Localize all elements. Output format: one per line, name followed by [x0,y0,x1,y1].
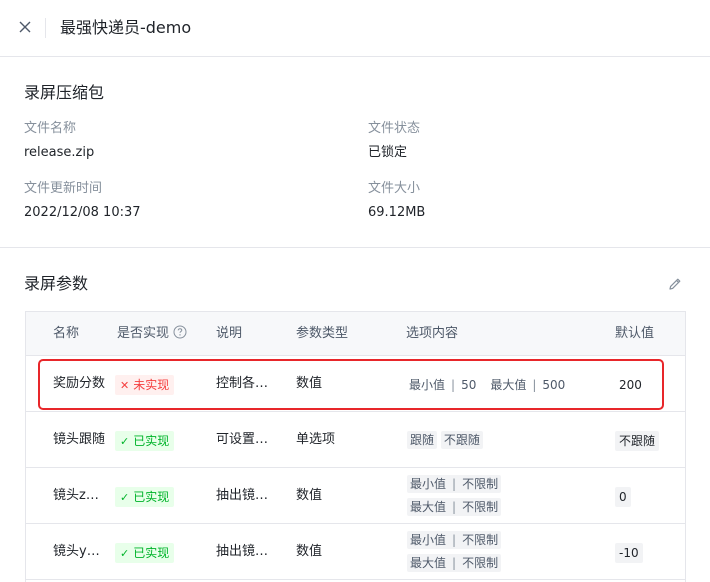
option-value: 50 [461,378,477,392]
option-chip: 跟随 [407,431,438,449]
file-name-value: release.zip [24,145,95,160]
param-default: -10 [615,543,643,563]
file-size-value: 69.12MB [368,205,426,220]
option-label: 最小值 [410,533,447,547]
drawer-title: 最强快递员-demo [60,18,192,37]
close-icon[interactable] [16,18,34,36]
option-label: 最大值 [410,500,447,514]
param-type: 数值 [296,488,323,503]
column-header-name: 名称 [53,326,80,341]
options-line: 跟随 不跟随 [407,431,483,449]
option-value: 不限制 [462,500,499,514]
params-table: 名称 是否实现 说明 参数类型 选项内容 默认值 奖励分数 ✕ 未实现 控制各… … [25,311,686,582]
option-label: 最小值 [409,378,446,392]
column-header-implemented-label: 是否实现 [117,326,170,341]
status-label: 已实现 [133,490,170,504]
column-header-desc: 说明 [216,326,243,341]
option-value: 不限制 [462,477,499,491]
param-desc: 抽出镜… [216,488,269,503]
question-circle-icon[interactable] [173,325,187,339]
option-separator: | [452,500,457,514]
option-separator: | [452,533,457,547]
option-separator: | [532,378,537,392]
option-separator: | [451,378,456,392]
option-chip: 最大值 | 不限制 [407,554,502,572]
table-row[interactable]: 奖励分数 ✕ 未实现 控制各… 数值 最小值 | 50 最大值 | 500 200 [26,356,685,412]
table-header: 名称 是否实现 说明 参数类型 选项内容 默认值 [26,312,685,356]
param-type: 数值 [296,544,323,559]
table-row[interactable]: 镜头跟随 ✓ 已实现 可设置… 单选项 跟随 不跟随 不跟随 [26,412,685,468]
param-type: 单选项 [296,432,336,447]
table-row[interactable]: 镜头z… ✓ 已实现 抽出镜… 数值 最小值 | 不限制 最大值 | 不限制 0 [26,468,685,524]
param-default: 不跟随 [615,431,660,451]
options-line: 最小值 | 不限制 [407,531,502,549]
option-chip: 不跟随 [440,431,483,449]
status-badge: ✕ 未实现 [115,375,175,395]
option-label: 最大值 [490,378,527,392]
status-label: 已实现 [133,546,170,560]
check-icon: ✓ [120,435,130,448]
param-desc: 可设置… [216,432,269,447]
pencil-icon[interactable] [667,276,683,292]
options-line: 最小值 | 50 最大值 | 500 [409,376,565,394]
option-chip: 最大值 | 不限制 [407,498,502,516]
column-header-default: 默认值 [615,326,655,341]
file-updated-value: 2022/12/08 10:37 [24,205,141,220]
check-icon: ✓ [120,491,130,504]
close-icon: ✕ [120,379,130,392]
param-name: 镜头跟随 [53,432,106,447]
file-name-label: 文件名称 [24,121,77,136]
status-badge: ✓ 已实现 [115,543,175,563]
params-section-title: 录屏参数 [24,274,89,293]
file-size-label: 文件大小 [368,181,421,196]
section-divider [0,247,710,248]
status-label: 未实现 [133,378,170,392]
param-name: 镜头y… [53,544,100,559]
column-header-type: 参数类型 [296,326,349,341]
status-badge: ✓ 已实现 [115,487,175,507]
option-value: 500 [542,378,566,392]
param-type: 数值 [296,376,323,391]
option-chip: 最小值 | 不限制 [407,475,502,493]
table-row[interactable]: 镜头y… ✓ 已实现 抽出镜… 数值 最小值 | 不限制 最大值 | 不限制 -10 [26,524,685,580]
options-line: 最大值 | 不限制 [407,498,502,516]
file-status-value: 已锁定 [368,145,408,160]
option-chip: 最小值 | 不限制 [407,531,502,549]
file-status-label: 文件状态 [368,121,421,136]
package-section-title: 录屏压缩包 [24,83,105,102]
file-updated-label: 文件更新时间 [24,181,103,196]
param-desc: 控制各… [216,376,269,391]
check-icon: ✓ [120,547,130,560]
column-header-implemented: 是否实现 [117,325,187,343]
param-default: 0 [615,487,631,507]
param-default: 200 [619,378,642,392]
option-separator: | [452,556,457,570]
param-name: 镜头z… [53,488,99,503]
options-line: 最大值 | 不限制 [407,554,502,572]
status-badge: ✓ 已实现 [115,431,175,451]
drawer-header: 最强快递员-demo [0,0,710,57]
option-label: 最大值 [410,556,447,570]
header-divider [45,18,46,38]
param-name: 奖励分数 [53,376,106,391]
option-value: 不限制 [462,533,499,547]
options-line: 最小值 | 不限制 [407,475,502,493]
column-header-options: 选项内容 [406,326,459,341]
param-desc: 抽出镜… [216,544,269,559]
option-separator: | [452,477,457,491]
status-label: 已实现 [133,434,170,448]
option-label: 最小值 [410,477,447,491]
option-value: 不限制 [462,556,499,570]
